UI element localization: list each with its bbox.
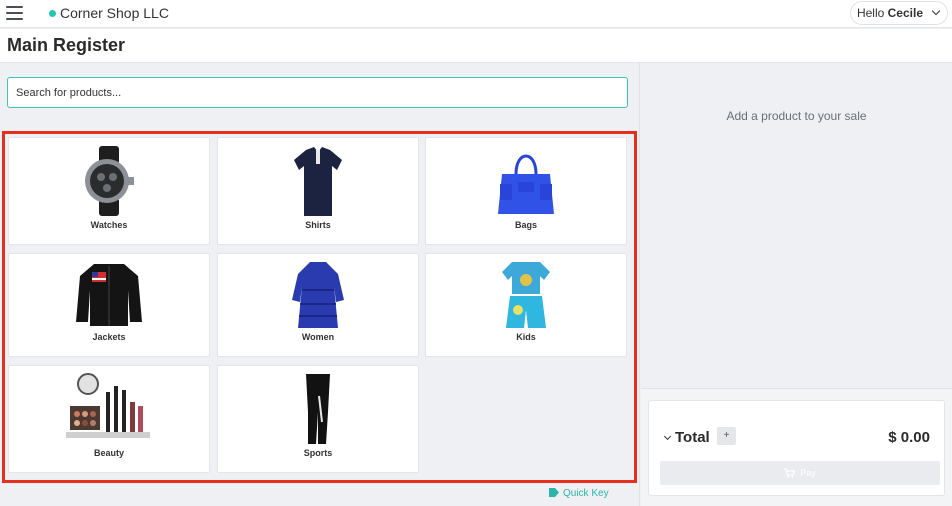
- total-value: $ 0.00: [888, 429, 930, 446]
- product-pane: Watches Shirts Bags: [0, 63, 640, 506]
- category-tile-jackets[interactable]: Jackets: [8, 253, 210, 357]
- category-tile-kids[interactable]: Kids: [425, 253, 627, 357]
- category-label: Sports: [303, 448, 333, 458]
- sale-pane: Add a product to your sale Total + $ 0.0…: [641, 63, 952, 506]
- chevron-down-icon: [931, 6, 941, 16]
- store-status-dot: [49, 10, 56, 17]
- category-tile-watches[interactable]: Watches: [8, 137, 210, 245]
- page-title: Main Register: [7, 35, 126, 55]
- sale-summary-panel: Total + $ 0.00 Pay: [641, 388, 952, 506]
- category-grid-highlight: Watches Shirts Bags Jackets Women Kids B…: [2, 131, 637, 483]
- category-tile-bags[interactable]: Bags: [425, 137, 627, 245]
- greeting-text: Hello: [856, 6, 885, 20]
- watch-image: [9, 144, 209, 220]
- total-card: Total + $ 0.00 Pay: [648, 400, 945, 496]
- hamburger-menu-icon[interactable]: [6, 6, 23, 20]
- total-label[interactable]: Total: [675, 429, 710, 446]
- quick-key-label: Quick Key: [563, 488, 609, 499]
- cosmetics-image: [9, 372, 209, 448]
- bag-image: [426, 144, 626, 220]
- store-name: Corner Shop LLC: [60, 5, 169, 21]
- kids-outfit-image: [426, 260, 626, 336]
- category-tile-sports[interactable]: Sports: [217, 365, 419, 473]
- category-tile-women[interactable]: Women: [217, 253, 419, 357]
- jacket-image: [9, 260, 209, 336]
- empty-sale-message: Add a product to your sale: [726, 109, 867, 123]
- category-label: Jackets: [92, 332, 126, 342]
- search-input[interactable]: [7, 77, 628, 108]
- category-label: Shirts: [305, 220, 331, 230]
- category-tile-beauty[interactable]: Beauty: [8, 365, 210, 473]
- user-menu-button[interactable]: Hello Cecile: [849, 1, 948, 25]
- category-label: Kids: [516, 332, 536, 342]
- category-label: Bags: [514, 220, 537, 230]
- dress-image: [218, 260, 418, 336]
- add-to-total-button[interactable]: +: [717, 427, 736, 445]
- leggings-image: [218, 372, 418, 448]
- pay-label: Pay: [800, 468, 816, 478]
- category-label: Women: [301, 332, 335, 342]
- cart-icon: [784, 468, 796, 478]
- category-tile-shirts[interactable]: Shirts: [217, 137, 419, 245]
- title-bar: Main Register: [0, 29, 952, 63]
- chevron-down-icon[interactable]: [663, 432, 672, 441]
- category-label: Beauty: [93, 448, 124, 458]
- tag-icon: [549, 488, 559, 497]
- quick-key-link[interactable]: Quick Key: [549, 488, 609, 499]
- category-label: Watches: [90, 220, 128, 230]
- top-bar: Corner Shop LLC Hello Cecile: [0, 0, 952, 28]
- user-name: Cecile: [887, 6, 923, 20]
- shirt-image: [218, 144, 418, 220]
- pay-button[interactable]: Pay: [660, 461, 940, 485]
